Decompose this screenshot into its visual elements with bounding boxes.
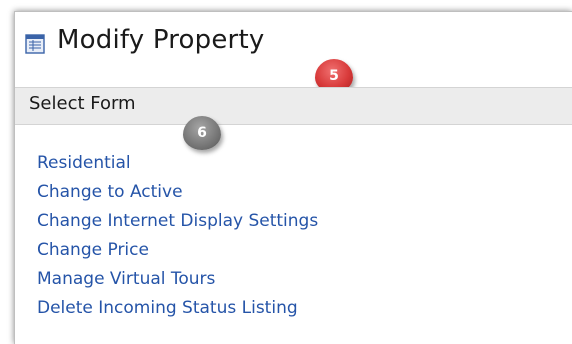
- form-icon: [25, 34, 45, 54]
- list-item: Change Price: [37, 235, 318, 264]
- link-change-internet-display-settings[interactable]: Change Internet Display Settings: [37, 211, 318, 231]
- title-bar: Modify Property: [15, 12, 572, 80]
- link-delete-incoming-status-listing[interactable]: Delete Incoming Status Listing: [37, 298, 298, 318]
- form-link-list: Residential Change to Active Change Inte…: [37, 148, 318, 322]
- link-residential[interactable]: Residential: [37, 153, 131, 173]
- modify-property-panel: Modify Property 5 Select Form 6 Resident…: [14, 11, 572, 344]
- list-item: Change to Active: [37, 177, 318, 206]
- select-form-section-header: Select Form: [15, 87, 572, 125]
- list-item: Manage Virtual Tours: [37, 264, 318, 293]
- section-title: Select Form: [29, 93, 136, 114]
- page-title: Modify Property: [57, 25, 265, 55]
- list-item: Change Internet Display Settings: [37, 206, 318, 235]
- link-manage-virtual-tours[interactable]: Manage Virtual Tours: [37, 269, 215, 289]
- list-item: Delete Incoming Status Listing: [37, 293, 318, 322]
- link-change-price[interactable]: Change Price: [37, 240, 149, 260]
- screenshot-frame: Modify Property 5 Select Form 6 Resident…: [0, 0, 572, 344]
- annotation-badge-6: 6: [183, 116, 221, 150]
- list-item: Residential: [37, 148, 318, 177]
- link-change-to-active[interactable]: Change to Active: [37, 182, 183, 202]
